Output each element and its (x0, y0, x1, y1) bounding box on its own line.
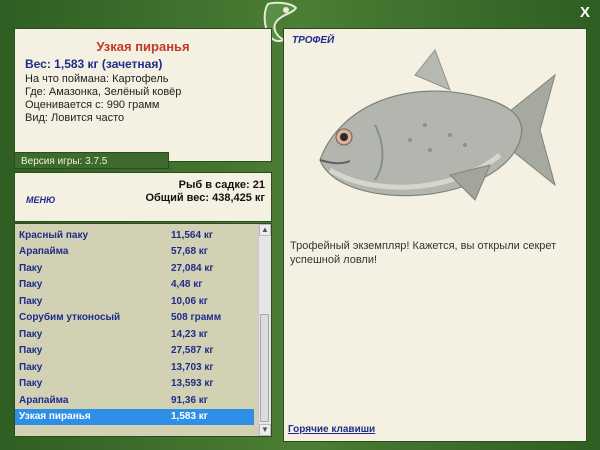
fish-count: Рыб в садке: 21 (178, 179, 265, 191)
list-item-weight: 508 грамм (171, 312, 222, 323)
fish-info-panel: Узкая пиранья Вес: 1,583 кг (зачетная) Н… (14, 28, 272, 162)
list-item-name: Арапайма (19, 395, 69, 406)
list-item-weight: 14,23 кг (171, 329, 208, 340)
list-item-weight: 10,06 кг (171, 296, 208, 307)
list-item-selected[interactable]: Узкая пиранья 1,583 кг (15, 409, 254, 425)
list-item[interactable]: Арапайма 57,68 кг (15, 244, 254, 260)
list-item[interactable]: Паку 4,48 кг (15, 277, 254, 293)
list-item-weight: 27,084 кг (171, 263, 214, 274)
list-item-name: Паку (19, 279, 43, 290)
trophy-text: Трофейный экземпляр! Кажется, вы открыли… (290, 240, 557, 266)
list-item-name: Паку (19, 345, 43, 356)
list-item[interactable]: Паку 13,703 кг (15, 360, 254, 376)
list-item[interactable]: Паку 10,06 кг (15, 294, 254, 310)
list-item[interactable]: Паку 27,084 кг (15, 261, 254, 277)
list-item[interactable]: Сорубим утконосый 508 грамм (15, 310, 254, 326)
total-weight: Общий вес: 438,425 кг (145, 192, 265, 204)
list-item-weight: 57,68 кг (171, 246, 208, 257)
trophy-panel: ТРОФЕЙ Трофейный экземпляр! Кажется, вы … (283, 28, 587, 442)
fish-image (319, 49, 556, 201)
fish-title: Узкая пиранья (96, 39, 190, 54)
list-item[interactable]: Паку 14,23 кг (15, 327, 254, 343)
list-item[interactable]: Арапайма 91,36 кг (15, 393, 254, 409)
list-item-name: Паку (19, 296, 43, 307)
list-item-weight: 1,583 кг (171, 411, 208, 422)
close-button[interactable]: X (580, 4, 590, 21)
list-item-weight: 4,48 кг (171, 279, 203, 290)
list-item-weight: 91,36 кг (171, 395, 208, 406)
list-item[interactable]: Паку 27,587 кг (15, 343, 254, 359)
list-item-name: Арапайма (19, 246, 69, 257)
info-line: На что поймана: Картофель (25, 73, 169, 85)
list-item-name: Паку (19, 329, 43, 340)
close-icon: X (579, 4, 590, 21)
list-item-name: Паку (19, 362, 43, 373)
keepnet-stats: Рыб в садке: 21 Общий вес: 438,425 кг (145, 179, 265, 205)
list-item-weight: 13,593 кг (171, 378, 214, 389)
hotkeys-link[interactable]: Горячие клавиши (288, 424, 375, 435)
list-item-name: Паку (19, 263, 43, 274)
info-line: Где: Амазонка, Зелёный ковёр (25, 86, 182, 98)
list-item[interactable]: Паку 13,593 кг (15, 376, 254, 392)
menu-button[interactable]: МЕНЮ (26, 195, 55, 205)
scroll-thumb[interactable] (260, 314, 269, 422)
scroll-down-arrow-icon[interactable]: ▼ (259, 424, 271, 436)
list-item-name: Узкая пиранья (19, 411, 91, 422)
list-item-name: Красный паку (19, 230, 89, 241)
list-item-weight: 13,703 кг (171, 362, 214, 373)
list-item-name: Сорубим утконосый (19, 312, 121, 323)
list-item[interactable]: Красный паку 11,564 кг (15, 228, 254, 244)
list-item-name: Паку (19, 378, 43, 389)
info-line: Оценивается с: 990 грамм (25, 99, 160, 111)
list-item-weight: 27,587 кг (171, 345, 214, 356)
version-label: Версия игры: 3.7.5 (14, 152, 169, 169)
info-line: Вид: Ловится часто (25, 112, 125, 124)
fish-weight: Вес: 1,583 кг (зачетная) (25, 57, 163, 71)
list-scrollbar[interactable]: ▲ ▼ (258, 224, 271, 436)
scroll-up-arrow-icon[interactable]: ▲ (259, 224, 271, 236)
catch-list: Красный паку 11,564 кг Арапайма 57,68 кг… (14, 223, 272, 437)
list-item-weight: 11,564 кг (171, 230, 213, 241)
